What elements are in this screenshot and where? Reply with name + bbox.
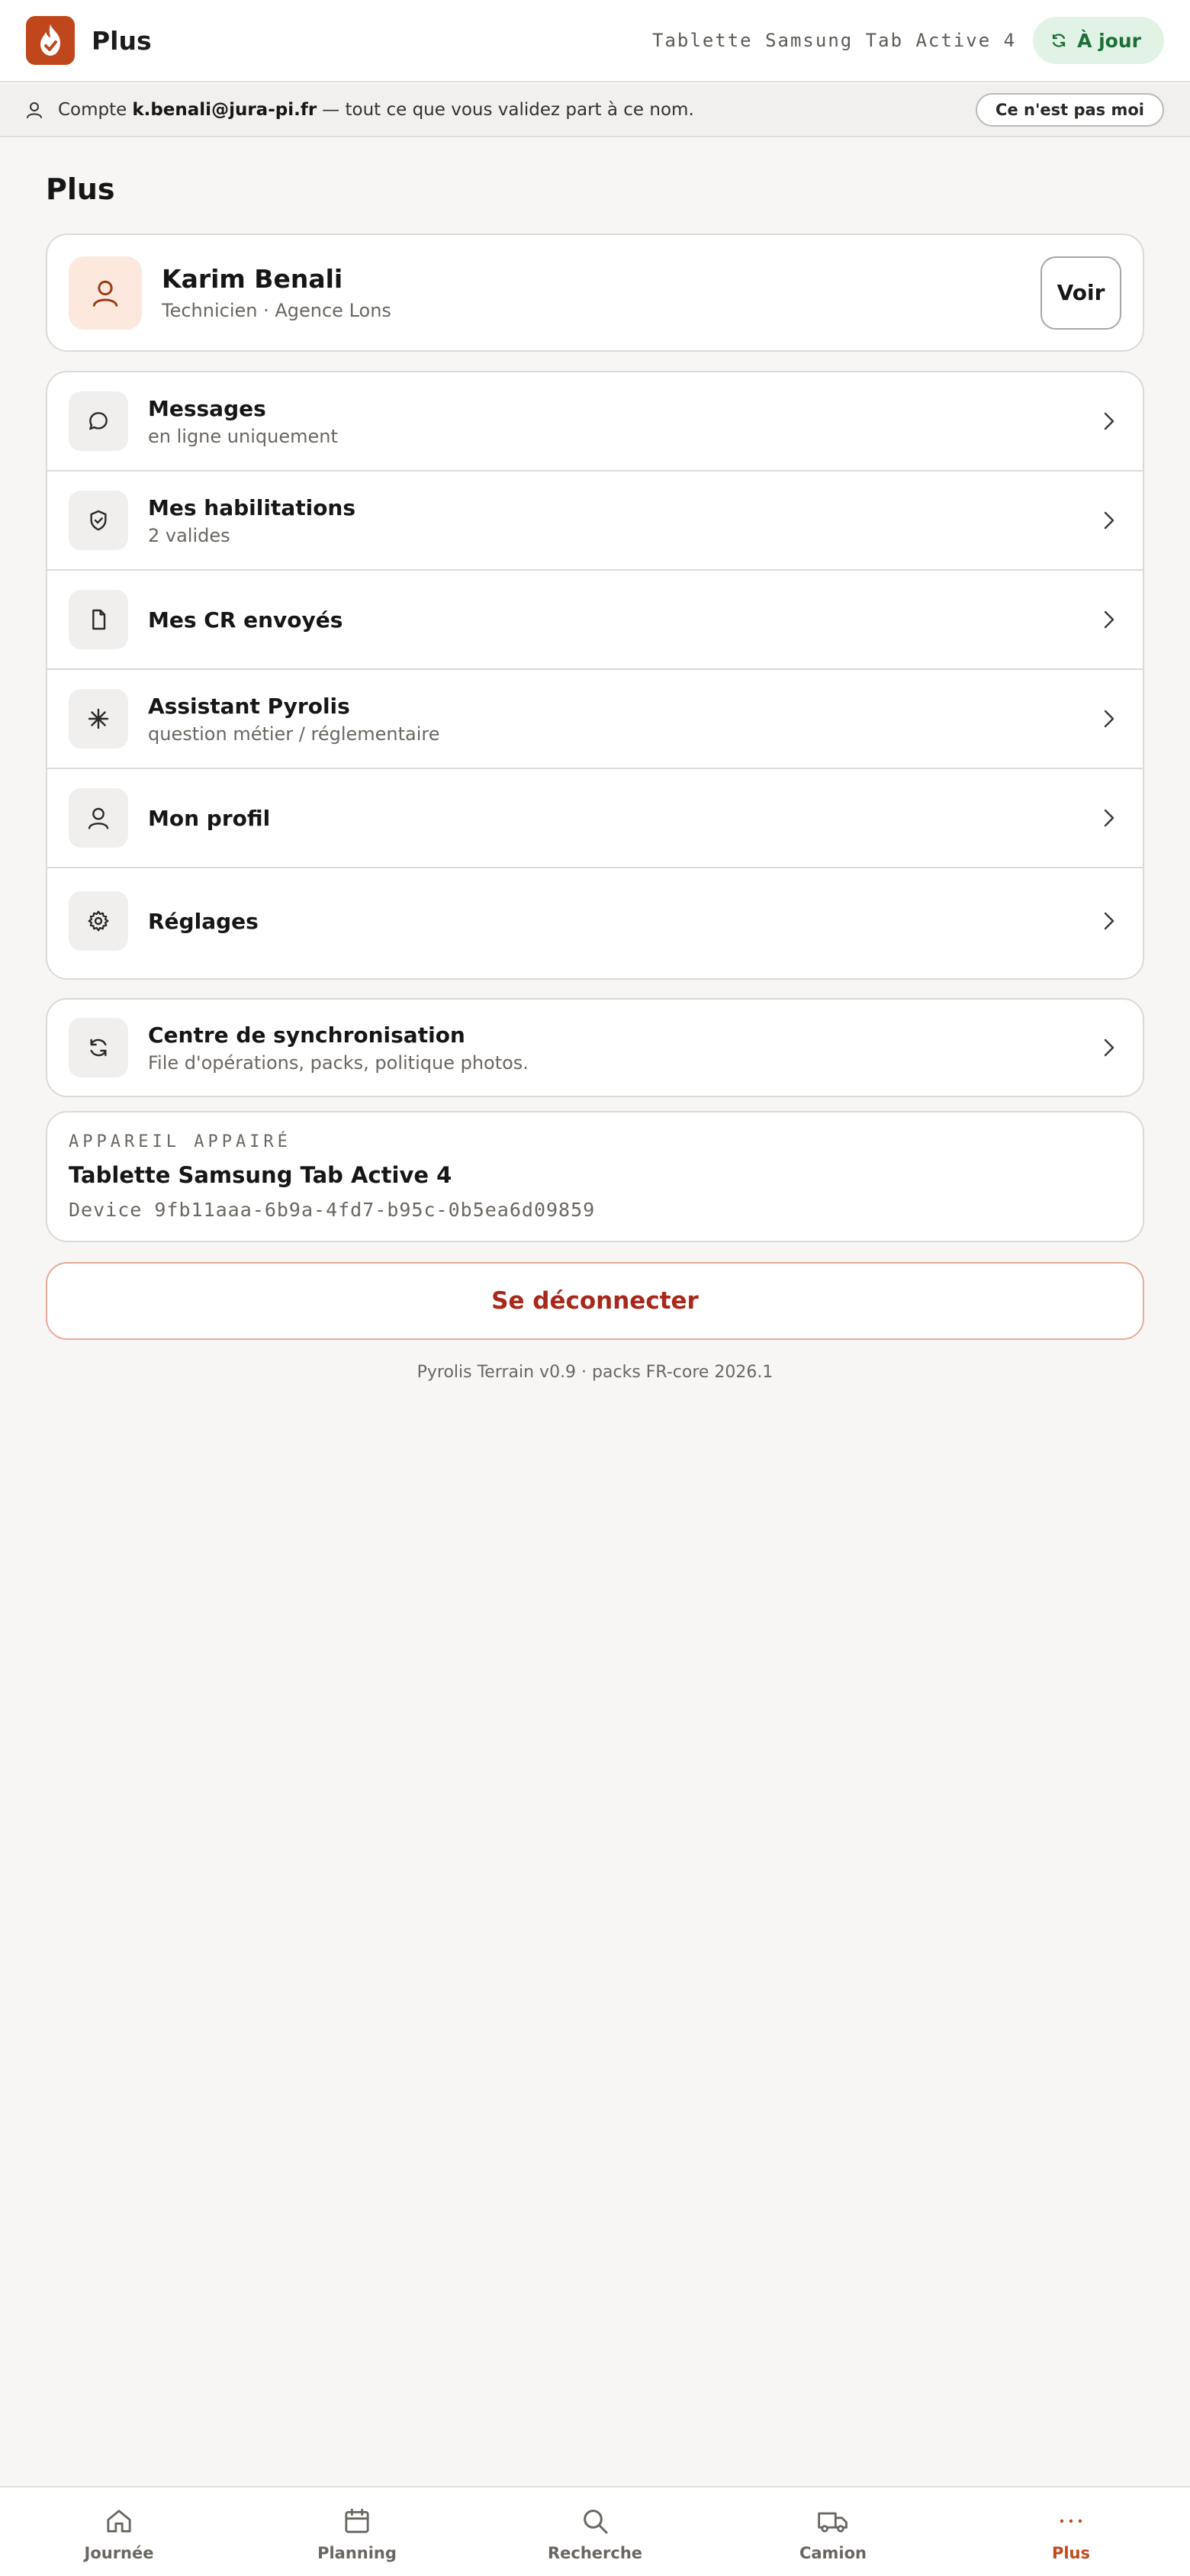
profile-card: Karim Benali Technicien · Agence Lons Vo… (46, 233, 1144, 352)
nav-label: Planning (317, 2544, 397, 2562)
chevron-right-icon (1103, 807, 1115, 829)
sync-icon (1052, 34, 1066, 47)
document-icon (69, 590, 128, 649)
menu-item-assistant[interactable]: Assistant Pyrolis question métier / régl… (47, 670, 1143, 769)
menu-sub: question métier / réglementaire (148, 723, 440, 745)
menu-item-profile[interactable]: Mon profil (47, 769, 1143, 868)
view-profile-button[interactable]: Voir (1040, 256, 1121, 330)
nav-item-plus[interactable]: Plus (952, 2487, 1190, 2576)
user-icon (26, 101, 43, 119)
avatar (69, 256, 142, 330)
sync-center-item[interactable]: Centre de synchronisation File d'opérati… (46, 998, 1144, 1097)
device-name: Tablette Samsung Tab Active 4 (69, 1162, 452, 1188)
truck-icon (816, 2504, 850, 2538)
account-suffix: — tout ce que vous validez part à ce nom… (322, 100, 694, 120)
chevron-right-icon (1103, 1037, 1115, 1058)
menu-label: Messages (148, 395, 266, 421)
menu-label: Assistant Pyrolis (148, 693, 350, 719)
menu-label: Mes habilitations (148, 494, 356, 520)
chevron-right-icon (1103, 510, 1115, 531)
nav-label: Recherche (547, 2544, 643, 2562)
chevron-right-icon (1103, 609, 1115, 630)
menu-item-habilitations[interactable]: Mes habilitations 2 valides (47, 472, 1143, 571)
gear-icon (69, 891, 128, 951)
flame-shield-icon (40, 24, 60, 56)
nav-label: Journée (84, 2544, 154, 2562)
menu-item-cr-sent[interactable]: Mes CR envoyés (47, 571, 1143, 670)
sync-status-label: À jour (1077, 29, 1141, 52)
account-email: k.benali@jura-pi.fr (132, 100, 317, 120)
menu-list: Messages en ligne uniquement Mes habilit… (46, 371, 1144, 980)
message-icon (69, 391, 128, 451)
not-me-button[interactable]: Ce n'est pas moi (976, 93, 1164, 127)
user-icon (92, 280, 118, 307)
account-prefix: Compte (58, 100, 127, 120)
header-device-name: Tablette Samsung Tab Active 4 (652, 30, 1017, 51)
home-icon (104, 2504, 134, 2538)
device-id: Device 9fb11aaa-6b9a-4fd7-b95c-0b5ea6d09… (69, 1199, 596, 1221)
nav-item-recherche[interactable]: Recherche (476, 2487, 714, 2576)
logout-button[interactable]: Se déconnecter (46, 1262, 1144, 1340)
nav-item-camion[interactable]: Camion (714, 2487, 952, 2576)
search-icon (580, 2504, 610, 2538)
page-title: Plus (46, 172, 115, 206)
chevron-right-icon (1103, 910, 1115, 932)
menu-sub: en ligne uniquement (148, 425, 338, 447)
header-title: Plus (92, 25, 152, 56)
nav-item-planning[interactable]: Planning (238, 2487, 476, 2576)
more-dots-icon (1056, 2504, 1086, 2538)
profile-name: Karim Benali (162, 264, 343, 294)
sparkle-icon (69, 689, 128, 749)
sync-center-sub: File d'opérations, packs, politique phot… (148, 1051, 529, 1074)
calendar-icon (342, 2504, 372, 2538)
paired-device-card: APPAREIL APPAIRÉ Tablette Samsung Tab Ac… (46, 1111, 1144, 1242)
app-version: Pyrolis Terrain v0.9 · packs FR-core 202… (416, 1363, 774, 1382)
sync-center-label: Centre de synchronisation (148, 1022, 465, 1048)
sync-icon (69, 1018, 128, 1077)
nav-label: Plus (1051, 2544, 1091, 2562)
menu-item-settings[interactable]: Réglages (47, 868, 1143, 974)
menu-sub: 2 valides (148, 524, 230, 546)
menu-label: Mes CR envoyés (148, 607, 343, 633)
chevron-right-icon (1103, 708, 1115, 729)
bottom-nav: Journée Planning Recherche Camion Plus (0, 2486, 1190, 2576)
chevron-right-icon (1103, 411, 1115, 432)
profile-role: Technicien · Agence Lons (162, 300, 391, 321)
app-logo (26, 16, 75, 65)
device-eyebrow: APPAREIL APPAIRÉ (69, 1132, 291, 1151)
shield-check-icon (69, 491, 128, 550)
user-icon (69, 788, 128, 848)
sync-status-badge[interactable]: À jour (1033, 17, 1164, 64)
nav-item-journee[interactable]: Journée (0, 2487, 238, 2576)
menu-label: Réglages (148, 908, 259, 934)
top-bar: Plus Tablette Samsung Tab Active 4 À jou… (0, 0, 1190, 82)
account-banner: Compte k.benali@jura-pi.fr — tout ce que… (0, 84, 1190, 137)
menu-label: Mon profil (148, 805, 271, 831)
nav-label: Camion (799, 2544, 867, 2562)
menu-item-messages[interactable]: Messages en ligne uniquement (47, 372, 1143, 472)
